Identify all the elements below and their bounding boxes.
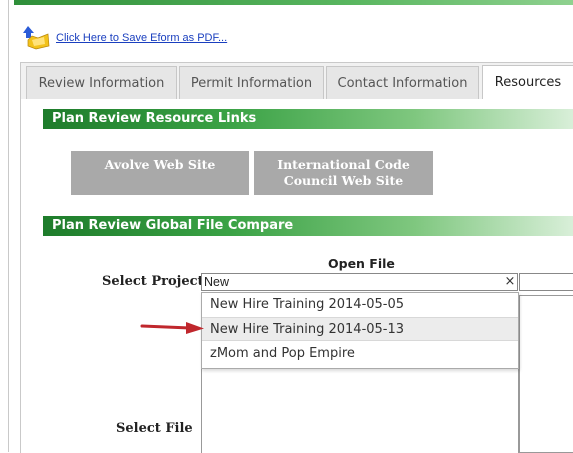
pdf-save-icon[interactable]	[22, 26, 50, 50]
clear-input-icon[interactable]: ×	[503, 273, 517, 291]
tab-contact-information[interactable]: Contact Information	[326, 66, 479, 100]
global-file-compare-header: Plan Review Global File Compare	[43, 216, 573, 236]
main-content: Review Information Permit Information Co…	[20, 62, 573, 453]
avolve-button-label: Avolve Web Site	[104, 157, 216, 172]
save-eform-pdf-link[interactable]: Click Here to Save Eform as PDF...	[56, 32, 227, 44]
resources-panel: Plan Review Resource Links Avolve Web Si…	[21, 99, 573, 453]
open-file-header: Open File	[328, 256, 395, 271]
dropdown-option[interactable]: New Hire Training 2014-05-05	[202, 293, 518, 317]
dropdown-option-highlighted[interactable]: New Hire Training 2014-05-13	[202, 317, 518, 341]
dropdown-option[interactable]: zMom and Pop Empire	[202, 342, 518, 366]
select-file-label: Select File	[116, 421, 193, 436]
resource-links-header: Plan Review Resource Links	[43, 109, 573, 129]
open-file-list[interactable]	[519, 295, 573, 453]
icc-button-label-line2: Council Web Site	[283, 173, 404, 188]
project-autocomplete-dropdown: New Hire Training 2014-05-05 New Hire Tr…	[201, 292, 519, 369]
icc-button-label-line1: International Code	[277, 157, 410, 172]
select-project-label: Select Project	[102, 274, 204, 289]
tab-review-information[interactable]: Review Information	[26, 66, 177, 100]
avolve-web-site-button[interactable]: Avolve Web Site	[71, 151, 249, 195]
tab-bar: Review Information Permit Information Co…	[21, 63, 573, 101]
select-file-list[interactable]	[201, 368, 519, 453]
select-project-input[interactable]	[201, 273, 518, 291]
top-green-strip	[14, 0, 573, 5]
red-arrow-pointer-icon	[140, 322, 204, 334]
open-file-field[interactable]	[519, 273, 573, 291]
tab-permit-information[interactable]: Permit Information	[179, 66, 324, 100]
icc-web-site-button[interactable]: International Code Council Web Site	[254, 151, 433, 195]
tab-resources[interactable]: Resources	[482, 65, 573, 101]
